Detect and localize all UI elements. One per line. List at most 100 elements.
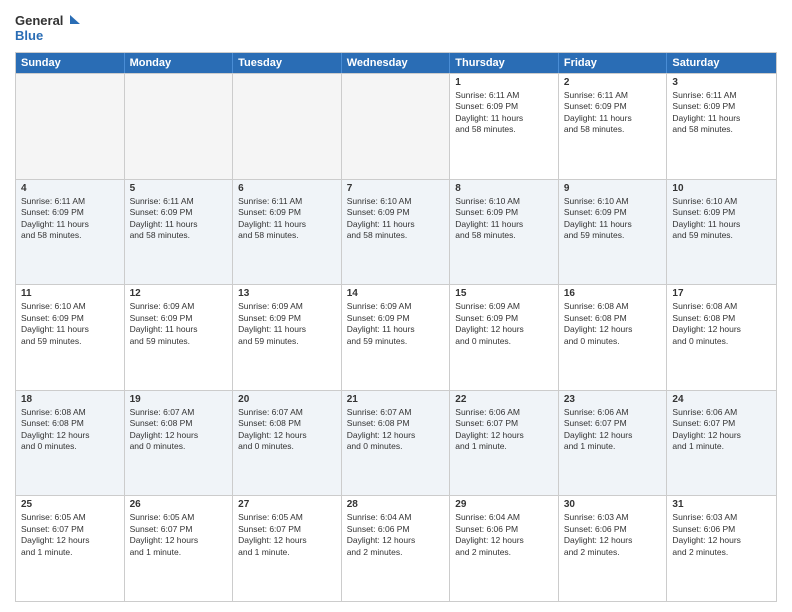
day-cell-31: 31 Sunrise: 6:03 AMSunset: 6:06 PMDayligh… [667,496,776,601]
day-info: Sunrise: 6:09 AMSunset: 6:09 PMDaylight:… [347,301,445,347]
day-info: Sunrise: 6:05 AMSunset: 6:07 PMDaylight:… [130,512,228,558]
day-number: 13 [238,288,336,299]
day-cell-28: 28 Sunrise: 6:04 AMSunset: 6:06 PMDayligh… [342,496,451,601]
calendar-row-2: 11 Sunrise: 6:10 AMSunset: 6:09 PMDayligh… [16,284,776,390]
day-cell-13: 13 Sunrise: 6:09 AMSunset: 6:09 PMDayligh… [233,285,342,390]
day-info: Sunrise: 6:07 AMSunset: 6:08 PMDaylight:… [238,407,336,453]
day-cell-25: 25 Sunrise: 6:05 AMSunset: 6:07 PMDayligh… [16,496,125,601]
calendar-row-0: 1 Sunrise: 6:11 AMSunset: 6:09 PMDaylight… [16,73,776,179]
day-info: Sunrise: 6:09 AMSunset: 6:09 PMDaylight:… [238,301,336,347]
logo-svg: General Blue [15,10,85,46]
header-day-friday: Friday [559,53,668,73]
day-info: Sunrise: 6:11 AMSunset: 6:09 PMDaylight:… [21,196,119,242]
day-cell-16: 16Sunrise: 6:08 AMSunset: 6:08 PMDayligh… [559,285,668,390]
day-info: Sunrise: 6:11 AMSunset: 6:09 PMDaylight:… [238,196,336,242]
day-info: Sunrise: 6:03 AMSunset: 6:06 PMDaylight:… [672,512,771,558]
empty-cell [16,74,125,179]
day-info: Sunrise: 6:11 AMSunset: 6:09 PMDaylight:… [130,196,228,242]
day-number: 10 [672,183,771,194]
day-cell-7: 7Sunrise: 6:10 AMSunset: 6:09 PMDaylight… [342,180,451,285]
day-number: 29 [455,499,553,510]
day-number: 20 [238,394,336,405]
day-number: 26 [130,499,228,510]
day-number: 28 [347,499,445,510]
day-cell-2: 2Sunrise: 6:11 AMSunset: 6:09 PMDaylight… [559,74,668,179]
day-number: 17 [672,288,771,299]
day-cell-23: 23 Sunrise: 6:06 AMSunset: 6:07 PMDayligh… [559,391,668,496]
day-number: 19 [130,394,228,405]
day-number: 21 [347,394,445,405]
calendar: SundayMondayTuesdayWednesdayThursdayFrid… [15,52,777,602]
calendar-row-4: 25 Sunrise: 6:05 AMSunset: 6:07 PMDayligh… [16,495,776,601]
header-day-monday: Monday [125,53,234,73]
day-cell-30: 30Sunrise: 6:03 AMSunset: 6:06 PMDayligh… [559,496,668,601]
calendar-row-3: 18Sunrise: 6:08 AMSunset: 6:08 PMDayligh… [16,390,776,496]
day-number: 27 [238,499,336,510]
day-info: Sunrise: 6:11 AMSunset: 6:09 PMDaylight:… [672,90,771,136]
day-info: Sunrise: 6:09 AMSunset: 6:09 PMDaylight:… [130,301,228,347]
day-number: 14 [347,288,445,299]
empty-cell [342,74,451,179]
day-number: 12 [130,288,228,299]
day-number: 23 [564,394,662,405]
header-day-sunday: Sunday [16,53,125,73]
day-number: 4 [21,183,119,194]
day-number: 24 [672,394,771,405]
empty-cell [125,74,234,179]
day-cell-21: 21 Sunrise: 6:07 AMSunset: 6:08 PMDayligh… [342,391,451,496]
day-cell-3: 3 Sunrise: 6:11 AMSunset: 6:09 PMDaylight… [667,74,776,179]
empty-cell [233,74,342,179]
day-number: 11 [21,288,119,299]
day-info: Sunrise: 6:08 AMSunset: 6:08 PMDaylight:… [564,301,662,347]
day-number: 1 [455,77,553,88]
day-number: 31 [672,499,771,510]
day-cell-4: 4 Sunrise: 6:11 AMSunset: 6:09 PMDaylight… [16,180,125,285]
day-info: Sunrise: 6:03 AMSunset: 6:06 PMDaylight:… [564,512,662,558]
day-info: Sunrise: 6:04 AMSunset: 6:06 PMDaylight:… [347,512,445,558]
day-info: Sunrise: 6:05 AMSunset: 6:07 PMDaylight:… [21,512,119,558]
day-info: Sunrise: 6:07 AMSunset: 6:08 PMDaylight:… [130,407,228,453]
day-number: 22 [455,394,553,405]
header: General Blue [15,10,777,46]
day-info: Sunrise: 6:08 AMSunset: 6:08 PMDaylight:… [672,301,771,347]
header-day-thursday: Thursday [450,53,559,73]
day-number: 6 [238,183,336,194]
day-info: Sunrise: 6:10 AMSunset: 6:09 PMDaylight:… [564,196,662,242]
day-number: 25 [21,499,119,510]
svg-text:General: General [15,13,63,28]
day-info: Sunrise: 6:06 AMSunset: 6:07 PMDaylight:… [672,407,771,453]
day-number: 7 [347,183,445,194]
svg-text:Blue: Blue [15,28,43,43]
day-info: Sunrise: 6:09 AMSunset: 6:09 PMDaylight:… [455,301,553,347]
day-number: 9 [564,183,662,194]
day-cell-5: 5 Sunrise: 6:11 AMSunset: 6:09 PMDaylight… [125,180,234,285]
day-number: 3 [672,77,771,88]
day-info: Sunrise: 6:06 AMSunset: 6:07 PMDaylight:… [564,407,662,453]
day-cell-15: 15 Sunrise: 6:09 AMSunset: 6:09 PMDayligh… [450,285,559,390]
day-number: 15 [455,288,553,299]
day-info: Sunrise: 6:10 AMSunset: 6:09 PMDaylight:… [21,301,119,347]
day-cell-10: 10 Sunrise: 6:10 AMSunset: 6:09 PMDayligh… [667,180,776,285]
logo: General Blue [15,10,85,46]
day-cell-12: 12 Sunrise: 6:09 AMSunset: 6:09 PMDayligh… [125,285,234,390]
day-info: Sunrise: 6:11 AMSunset: 6:09 PMDaylight:… [455,90,553,136]
page: General Blue SundayMondayTuesdayWednesda… [0,0,792,612]
day-cell-24: 24 Sunrise: 6:06 AMSunset: 6:07 PMDayligh… [667,391,776,496]
day-number: 5 [130,183,228,194]
day-info: Sunrise: 6:10 AMSunset: 6:09 PMDaylight:… [455,196,553,242]
day-cell-8: 8 Sunrise: 6:10 AMSunset: 6:09 PMDaylight… [450,180,559,285]
day-info: Sunrise: 6:07 AMSunset: 6:08 PMDaylight:… [347,407,445,453]
day-number: 18 [21,394,119,405]
header-day-tuesday: Tuesday [233,53,342,73]
day-cell-11: 11 Sunrise: 6:10 AMSunset: 6:09 PMDayligh… [16,285,125,390]
day-cell-1: 1 Sunrise: 6:11 AMSunset: 6:09 PMDaylight… [450,74,559,179]
day-info: Sunrise: 6:04 AMSunset: 6:06 PMDaylight:… [455,512,553,558]
calendar-body: 1 Sunrise: 6:11 AMSunset: 6:09 PMDaylight… [16,73,776,601]
day-cell-18: 18Sunrise: 6:08 AMSunset: 6:08 PMDayligh… [16,391,125,496]
header-day-wednesday: Wednesday [342,53,451,73]
day-number: 8 [455,183,553,194]
day-cell-6: 6 Sunrise: 6:11 AMSunset: 6:09 PMDaylight… [233,180,342,285]
calendar-header: SundayMondayTuesdayWednesdayThursdayFrid… [16,53,776,73]
day-cell-17: 17 Sunrise: 6:08 AMSunset: 6:08 PMDayligh… [667,285,776,390]
day-info: Sunrise: 6:10 AMSunset: 6:09 PMDaylight:… [672,196,771,242]
